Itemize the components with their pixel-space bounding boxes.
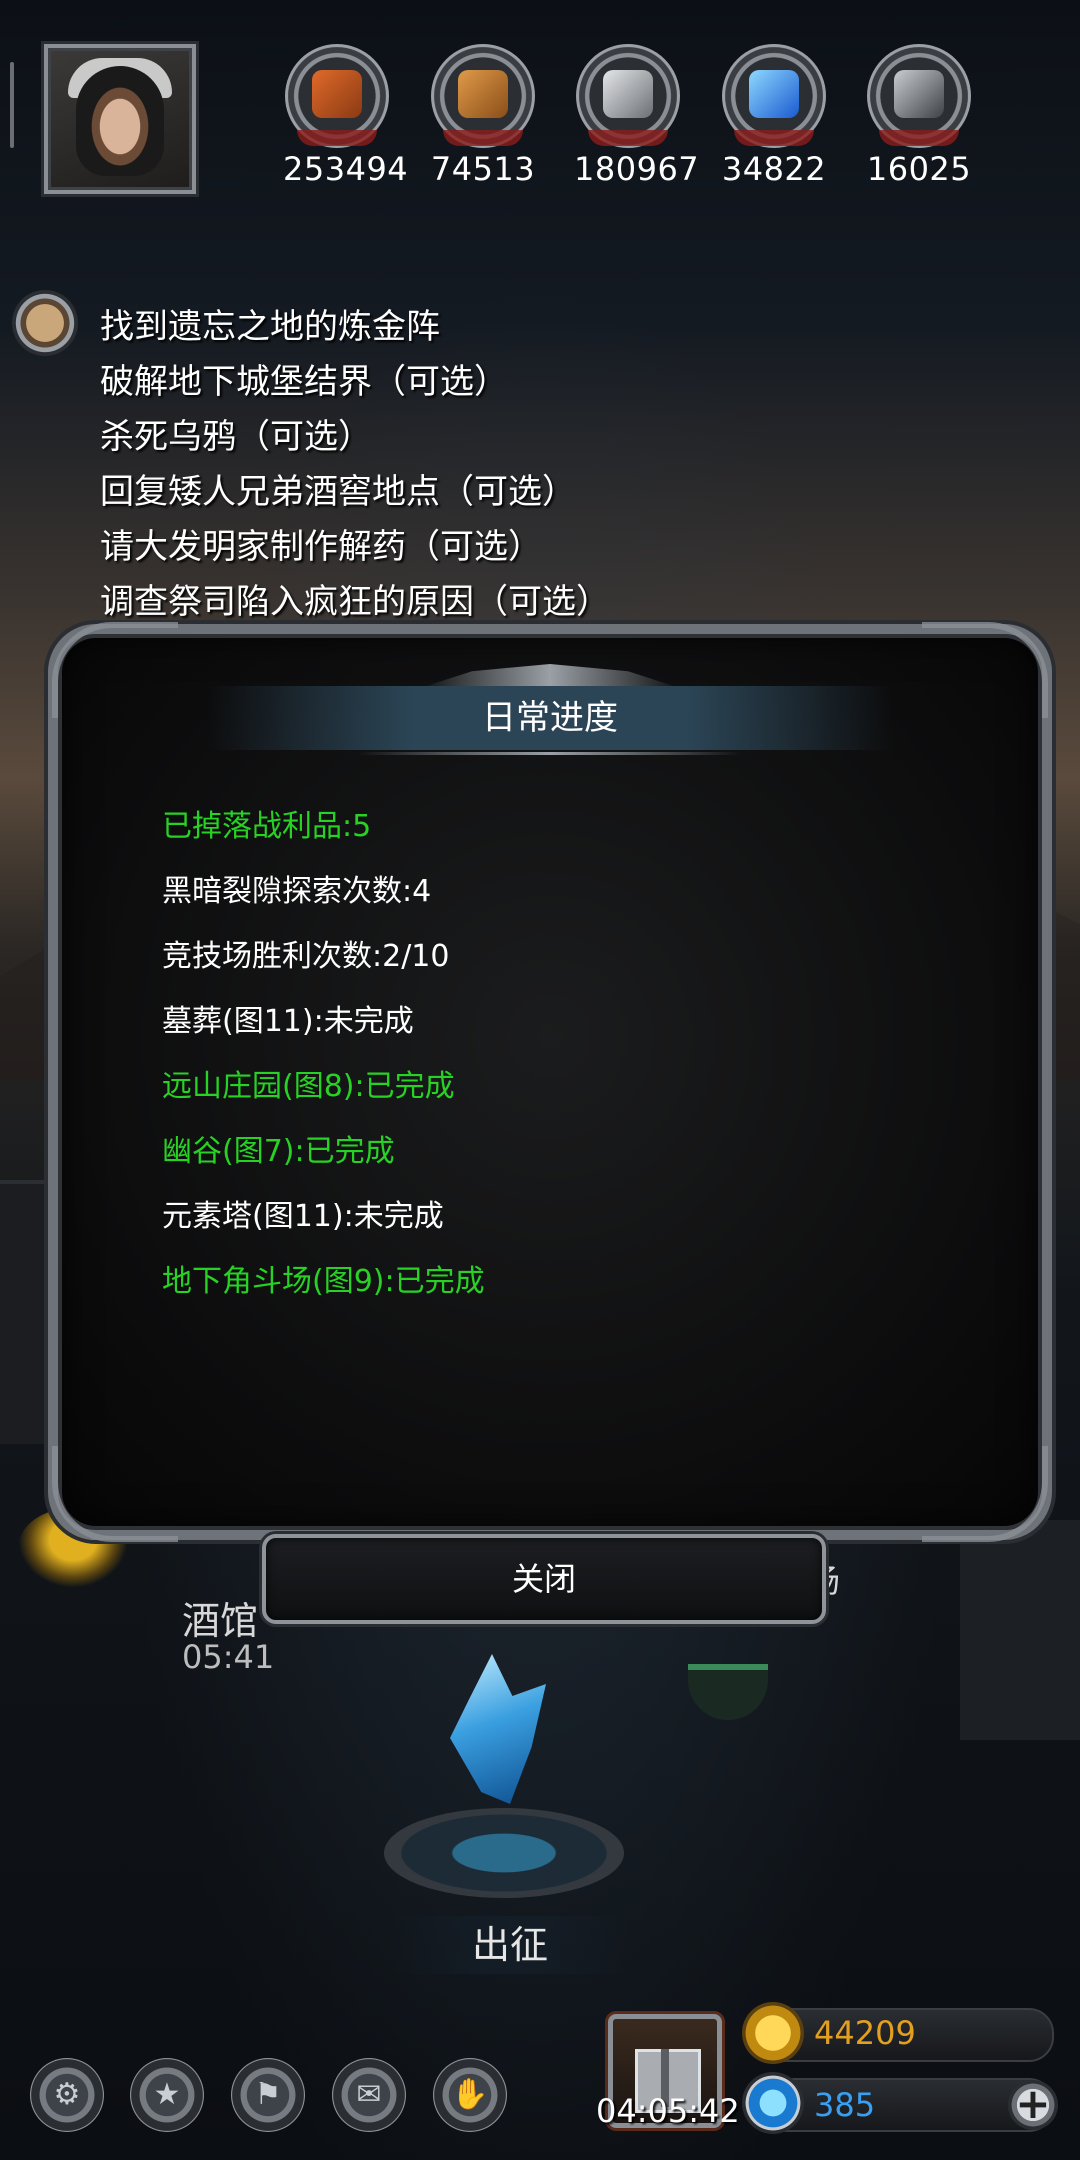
frame-ornament: [922, 1446, 1048, 1542]
progress-item: 地下角斗场(图9):已完成: [162, 1264, 485, 1299]
title-crest: [420, 664, 680, 688]
handshake-icon[interactable]: ✋: [433, 2058, 507, 2132]
frame-ornament: [52, 1446, 178, 1542]
progress-item: 已掉落战利品:5: [162, 809, 372, 844]
title-divider: [358, 752, 742, 755]
gift-timer: 04:05:42: [596, 2092, 740, 2130]
steel-icon: [867, 44, 971, 148]
resource-crystal[interactable]: 34822: [720, 44, 828, 188]
depart-label[interactable]: 出征: [390, 1916, 630, 1974]
resource-wood[interactable]: 74513: [429, 44, 537, 188]
gear-icon[interactable]: ⚙: [30, 2058, 104, 2132]
progress-list: 已掉落战利品:5 黑暗裂隙探索次数:4 竞技场胜利次数:2/10 墓葬(图11)…: [162, 794, 485, 1314]
progress-item: 幽谷(图7):已完成: [162, 1134, 395, 1169]
gold-value: 44209: [814, 2014, 916, 2052]
dialog-title: 日常进度: [208, 686, 892, 750]
gem-value: 385: [814, 2086, 876, 2124]
crystal-icon[interactable]: [450, 1654, 546, 1804]
scroll-icon[interactable]: [12, 290, 78, 356]
progress-item: 远山庄园(图8):已完成: [162, 1069, 455, 1104]
resource-iron[interactable]: 180967: [574, 44, 700, 188]
close-button[interactable]: 关闭: [262, 1534, 826, 1624]
background-building-right: [960, 1520, 1080, 1740]
resource-value: 180967: [574, 150, 700, 188]
resource-value: 16025: [866, 150, 972, 188]
cauldron-icon: [688, 1664, 768, 1720]
tavern-timer: 05:41: [182, 1638, 275, 1676]
meat-icon: [285, 44, 389, 148]
banner-icon[interactable]: ⚑: [231, 2058, 305, 2132]
resource-meat[interactable]: 253494: [283, 44, 409, 188]
side-drawer-handle[interactable]: [10, 62, 14, 148]
quest-item[interactable]: 破解地下城堡结界（可选）: [100, 355, 610, 410]
progress-item: 黑暗裂隙探索次数:4: [162, 874, 432, 909]
portal-altar[interactable]: [384, 1808, 624, 1898]
avatar-portrait: [76, 66, 164, 176]
wood-icon: [431, 44, 535, 148]
quest-list: 找到遗忘之地的炼金阵 破解地下城堡结界（可选） 杀死乌鸦（可选） 回复矮人兄弟酒…: [100, 300, 610, 630]
gem-icon: [742, 2072, 804, 2134]
resource-steel[interactable]: 16025: [865, 44, 973, 188]
resource-value: 34822: [721, 150, 827, 188]
frame-ornament: [52, 622, 178, 718]
progress-item: 元素塔(图11):未完成: [162, 1199, 444, 1234]
quest-item[interactable]: 杀死乌鸦（可选）: [100, 410, 610, 465]
player-avatar[interactable]: [44, 44, 196, 194]
gold-coin-icon: [742, 2002, 804, 2064]
quest-item[interactable]: 回复矮人兄弟酒窖地点（可选）: [100, 465, 610, 520]
progress-item: 竞技场胜利次数:2/10: [162, 939, 450, 974]
resource-value: 253494: [283, 150, 409, 188]
mail-icon[interactable]: ✉: [332, 2058, 406, 2132]
daily-progress-dialog: 日常进度 已掉落战利品:5 黑暗裂隙探索次数:4 竞技场胜利次数:2/10 墓葬…: [48, 622, 1052, 1542]
crystal-icon: [722, 44, 826, 148]
iron-icon: [576, 44, 680, 148]
add-gems-button[interactable]: +: [1008, 2080, 1058, 2130]
progress-item: 墓葬(图11):未完成: [162, 1004, 414, 1039]
star-icon[interactable]: ★: [130, 2058, 204, 2132]
quest-item[interactable]: 找到遗忘之地的炼金阵: [100, 300, 610, 355]
resource-value: 74513: [430, 150, 536, 188]
quest-item[interactable]: 请大发明家制作解药（可选）: [100, 520, 610, 575]
frame-ornament: [922, 622, 1048, 718]
tavern-label[interactable]: 酒馆: [182, 1590, 258, 1645]
